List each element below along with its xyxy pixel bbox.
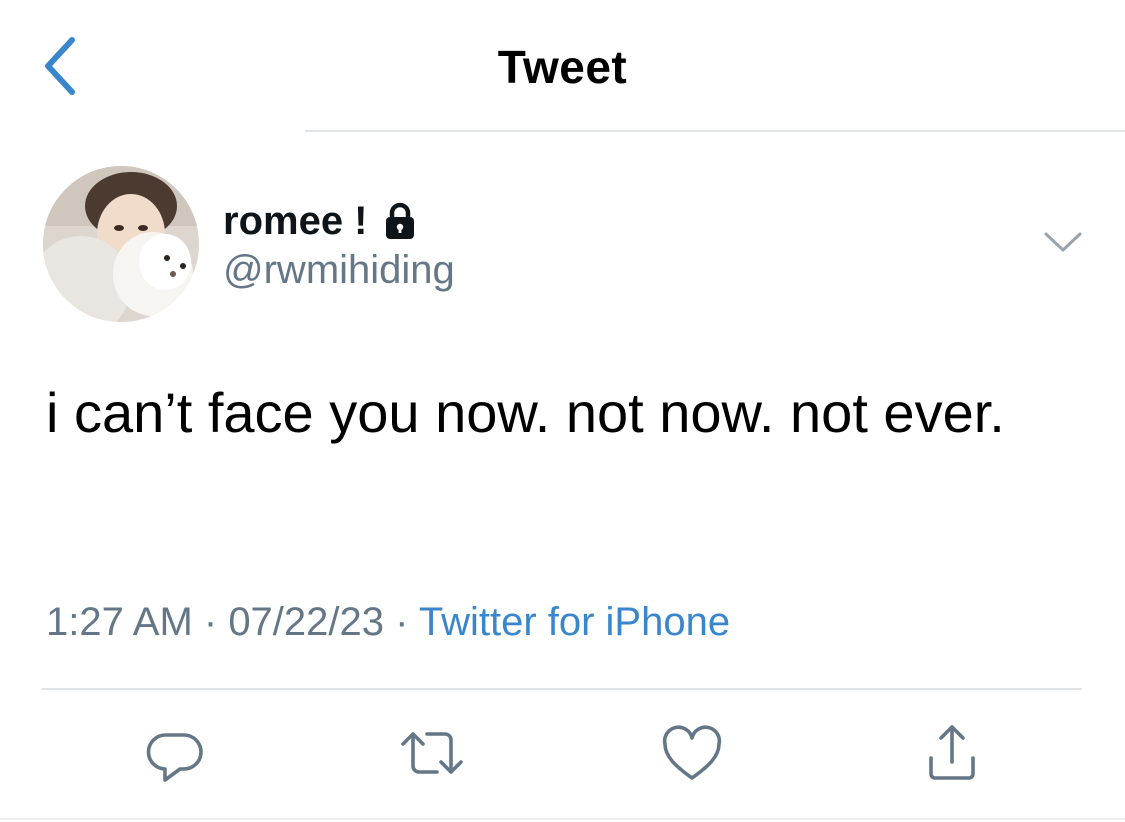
nav-bar: Tweet: [0, 0, 1125, 130]
avatar-image: [43, 166, 199, 322]
tweet-time: 1:27 AM: [46, 600, 193, 644]
author-name-row: romee !: [223, 196, 416, 246]
reply-icon: [146, 733, 203, 782]
tweet-text: i can’t face you now. not now. not ever.: [46, 381, 1005, 444]
heart-icon: [662, 725, 722, 780]
tweet-source-link[interactable]: Twitter for iPhone: [419, 600, 730, 644]
tweet-date: 07/22/23: [228, 600, 385, 644]
tweet-meta: 1:27 AM · 07/22/23 · Twitter for iPhone: [46, 600, 730, 645]
more-options-button[interactable]: [1040, 222, 1086, 262]
avatar[interactable]: [43, 166, 199, 322]
bottom-divider: [0, 818, 1125, 820]
like-button[interactable]: [657, 718, 727, 788]
meta-separator: ·: [384, 600, 419, 644]
share-icon: [929, 725, 975, 780]
retweet-icon: [401, 732, 463, 774]
reply-button[interactable]: [140, 718, 210, 788]
page-title: Tweet: [497, 41, 628, 93]
nav-divider: [305, 130, 1125, 132]
share-button[interactable]: [917, 718, 987, 788]
retweet-button[interactable]: [397, 718, 467, 788]
meta-separator: ·: [192, 600, 229, 644]
meta-divider: [42, 688, 1082, 690]
lock-icon: [384, 201, 416, 241]
chevron-down-icon: [1044, 232, 1082, 252]
display-name[interactable]: romee !: [223, 199, 368, 244]
action-bar: [0, 718, 1125, 798]
username[interactable]: @rwmihiding: [223, 248, 455, 293]
